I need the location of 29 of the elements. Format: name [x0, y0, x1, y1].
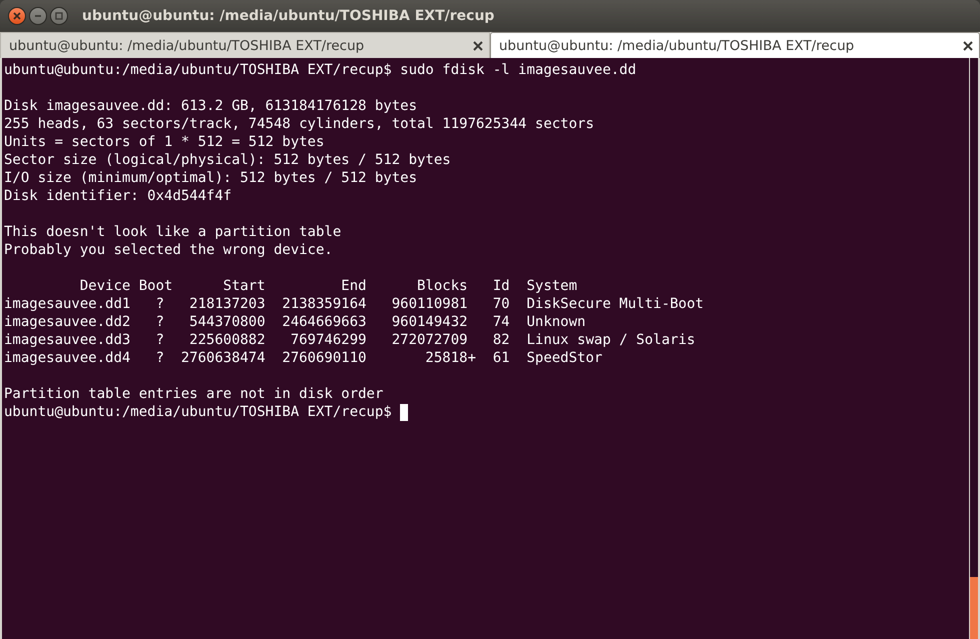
terminal-tab[interactable]: ubuntu@ubuntu: /media/ubuntu/TOSHIBA EXT/recup: [0, 32, 490, 58]
scrollbar-thumb[interactable]: [970, 577, 978, 639]
maximize-button[interactable]: [50, 7, 68, 25]
terminal-line: Disk identifier: 0x4d544f4f: [4, 187, 232, 205]
terminal-line: imagesauvee.dd1 ? 218137203 2138359164 960110981 70 DiskSecure Multi-Boot: [4, 295, 704, 313]
terminal-line: Sector size (logical/physical): 512 bytes / 512 bytes: [4, 151, 451, 169]
close-icon[interactable]: [963, 40, 973, 50]
terminal-line: imagesauvee.dd2 ? 544370800 2464669663 960149432 74 Unknown: [4, 313, 586, 331]
maximize-icon: [54, 11, 64, 21]
terminal-line: Probably you selected the wrong device.: [4, 241, 333, 259]
terminal-line: imagesauvee.dd3 ? 225600882 769746299 272072709 82 Linux swap / Solaris: [4, 331, 696, 349]
close-button[interactable]: [8, 7, 26, 25]
terminal-line: Partition table entries are not in disk order: [4, 385, 384, 403]
minimize-button[interactable]: [29, 7, 47, 25]
terminal-line: This doesn't look like a partition table: [4, 223, 342, 241]
text-cursor: [400, 404, 408, 420]
terminal-line: I/O size (minimum/optimal): 512 bytes / 512 bytes: [4, 169, 418, 187]
terminal-line: 255 heads, 63 sectors/track, 74548 cylinders, total 1197625344 sectors: [4, 115, 594, 133]
terminal-line: Disk imagesauvee.dd: 613.2 GB, 613184176128 bytes: [4, 97, 418, 115]
terminal-line: Units = sectors of 1 * 512 = 512 bytes: [4, 133, 324, 151]
terminal-line: ubuntu@ubuntu:/media/ubuntu/TOSHIBA EXT/recup$ sudo fdisk -l imagesauvee.dd: [4, 61, 636, 79]
window-title: ubuntu@ubuntu: /media/ubuntu/TOSHIBA EXT/recup: [82, 8, 494, 24]
terminal-prompt: ubuntu@ubuntu:/media/ubuntu/TOSHIBA EXT/recup$: [4, 403, 392, 421]
close-icon[interactable]: [473, 40, 483, 50]
terminal-line: imagesauvee.dd4 ? 2760638474 2760690110 25818+ 61 SpeedStor: [4, 349, 602, 367]
close-icon: [12, 11, 22, 21]
terminal-tab[interactable]: ubuntu@ubuntu: /media/ubuntu/TOSHIBA EXT/recup: [490, 32, 980, 58]
terminal-line: Device Boot Start End Blocks Id System: [78, 277, 578, 295]
scrollbar[interactable]: [969, 58, 980, 639]
